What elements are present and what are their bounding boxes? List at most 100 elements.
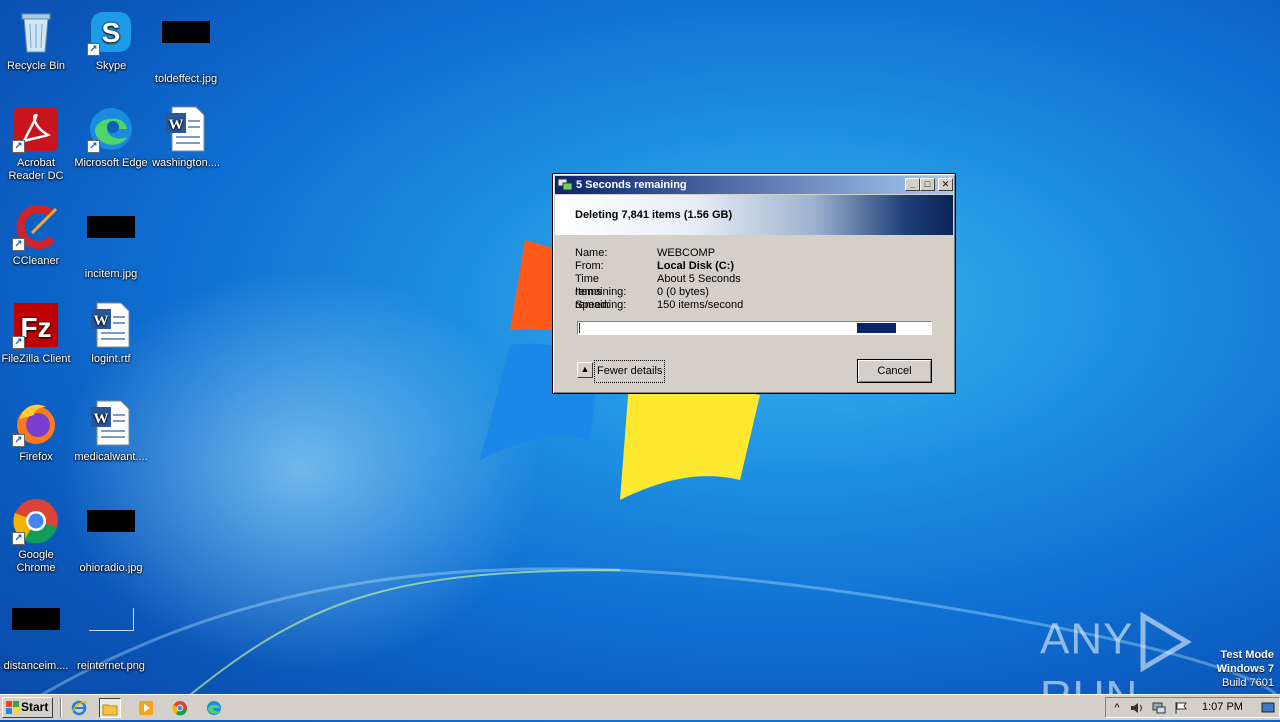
fewer-details-button[interactable]: Fewer details: [594, 360, 666, 383]
desktop-icon-ohioradio[interactable]: ohioradio.jpg: [73, 497, 149, 575]
desktop-icon-recycle-bin[interactable]: Recycle Bin: [0, 8, 74, 73]
media-player-icon: [139, 701, 153, 715]
word-document-icon: W: [87, 301, 135, 349]
taskbar: Start ^ 1:07 PM: [0, 694, 1280, 720]
desktop-icon-logint[interactable]: W logint.rtf: [73, 301, 149, 366]
svg-text:Fz: Fz: [20, 312, 51, 343]
edge-icon: ↗: [87, 105, 135, 153]
desktop-icon-edge[interactable]: ↗ Microsoft Edge: [73, 105, 149, 170]
desktop-icon-firefox[interactable]: ↗ Firefox: [0, 399, 74, 464]
watermark-text-left: ANY: [1040, 614, 1134, 664]
file-transfer-icon: [558, 178, 573, 191]
show-desktop-icon[interactable]: [1261, 701, 1275, 715]
detail-value: 150 items/second: [657, 299, 744, 311]
desktop-icon-chrome[interactable]: ↗ Google Chrome: [0, 497, 74, 575]
windows-flag-icon: [6, 701, 19, 714]
desktop-icon-incitem[interactable]: incitem.jpg: [73, 203, 149, 281]
progress-tick: [579, 323, 580, 333]
collapse-arrow-icon[interactable]: ▲: [577, 362, 593, 378]
desktop-icon-label: reinternet.png: [77, 660, 145, 672]
acrobat-icon: ↗: [12, 105, 60, 153]
quicklaunch-ie[interactable]: [68, 698, 90, 718]
taskbar-separator: [60, 698, 62, 717]
volume-icon[interactable]: [1130, 701, 1144, 715]
desktop-icon-label: Acrobat Reader DC: [8, 157, 64, 182]
image-file-icon: [87, 608, 135, 656]
shortcut-arrow-icon: ↗: [12, 434, 25, 447]
desktop-icon-label: Skype: [95, 60, 127, 72]
firefox-icon: ↗: [12, 399, 60, 447]
shortcut-arrow-icon: ↗: [12, 532, 25, 545]
desktop-icon-label: Recycle Bin: [6, 60, 66, 72]
maximize-button[interactable]: □: [920, 178, 935, 191]
tray-expand-icon[interactable]: ^: [1110, 701, 1124, 715]
quicklaunch-edge[interactable]: [203, 698, 225, 718]
desktop-icon-label: medicalwant....: [74, 451, 148, 463]
internet-explorer-icon: [71, 700, 87, 716]
desktop-icon-ccleaner[interactable]: ↗ CCleaner: [0, 203, 74, 268]
dialog-header-text: Deleting 7,841 items (1.56 GB): [575, 209, 733, 221]
chrome-icon: [172, 701, 187, 716]
shortcut-arrow-icon: ↗: [12, 140, 25, 153]
desktop-icon-label: distanceim....: [3, 660, 69, 672]
dialog-header: Deleting 7,841 items (1.56 GB): [555, 195, 953, 235]
folder-icon: [102, 704, 118, 716]
system-tray: ^ 1:07 PM: [1105, 697, 1280, 718]
progress-fill: [857, 323, 896, 333]
image-file-icon: [87, 216, 135, 264]
quicklaunch-explorer[interactable]: [99, 698, 121, 718]
image-file-icon: [87, 510, 135, 558]
minimize-button[interactable]: _: [905, 178, 920, 191]
quicklaunch-chrome[interactable]: [169, 698, 191, 718]
detail-label: Name:: [575, 247, 608, 259]
start-label: Start: [21, 700, 49, 714]
desktop-icon-acrobat[interactable]: ↗ Acrobat Reader DC: [0, 105, 74, 183]
delete-progress-dialog: 5 Seconds remaining _ □ ✕ Deleting 7,841…: [552, 173, 956, 394]
desktop-icon-medicalwant[interactable]: W medicalwant....: [73, 399, 149, 464]
test-mode-notice: Test Mode Windows 7 Build 7601: [1217, 648, 1274, 690]
os-name-line: Windows 7: [1216, 663, 1274, 675]
desktop-icon-label: logint.rtf: [91, 353, 131, 365]
desktop-icon-reinternet[interactable]: reinternet.png: [73, 595, 149, 673]
desktop-icon-washington[interactable]: W washington....: [148, 105, 224, 170]
word-document-icon: W: [87, 399, 135, 447]
edge-icon: [207, 701, 221, 715]
clock[interactable]: 1:07 PM: [1202, 698, 1243, 717]
network-icon[interactable]: [1152, 701, 1166, 715]
shortcut-arrow-icon: ↗: [12, 336, 25, 349]
svg-text:W: W: [169, 117, 184, 133]
desktop-icon-filezilla[interactable]: Fz ↗ FileZilla Client: [0, 301, 74, 366]
svg-text:W: W: [94, 313, 109, 329]
detail-value: 0 (0 bytes): [657, 286, 709, 298]
detail-value: About 5 Seconds: [657, 273, 741, 285]
recycle-bin-icon: [12, 8, 60, 56]
dialog-titlebar[interactable]: 5 Seconds remaining _ □ ✕: [555, 176, 953, 194]
desktop-icon-label: ohioradio.jpg: [79, 562, 143, 574]
desktop-icon-skype[interactable]: S ↗ Skype: [73, 8, 149, 73]
build-line: Build 7601: [1222, 677, 1274, 689]
svg-text:W: W: [94, 411, 109, 427]
ccleaner-icon: ↗: [12, 203, 60, 251]
desktop-icon-toldeffect[interactable]: toldeffect.jpg: [148, 8, 224, 86]
close-button[interactable]: ✕: [938, 178, 953, 191]
desktop-icon-label: toldeffect.jpg: [154, 73, 218, 85]
dialog-title: 5 Seconds remaining: [576, 179, 687, 191]
desktop-icon-label: Microsoft Edge: [74, 157, 148, 169]
word-document-icon: W: [162, 105, 210, 153]
desktop-icon-label: incitem.jpg: [84, 268, 138, 280]
start-button[interactable]: Start: [2, 697, 53, 718]
test-mode-line: Test Mode: [1220, 649, 1274, 661]
desktop-icon-label: Firefox: [19, 451, 53, 463]
detail-label: Speed:: [575, 299, 610, 311]
shortcut-arrow-icon: ↗: [87, 140, 100, 153]
svg-text:S: S: [102, 17, 121, 48]
skype-icon: S ↗: [87, 8, 135, 56]
detail-label: From:: [575, 260, 604, 272]
desktop-icon-distanceim[interactable]: distanceim....: [0, 595, 74, 673]
cancel-button[interactable]: Cancel: [857, 359, 932, 383]
quicklaunch-media-player[interactable]: [135, 698, 157, 718]
action-center-flag-icon[interactable]: [1174, 701, 1188, 715]
shortcut-arrow-icon: ↗: [12, 238, 25, 251]
chrome-icon: ↗: [12, 497, 60, 545]
desktop-icon-label: CCleaner: [12, 255, 60, 267]
